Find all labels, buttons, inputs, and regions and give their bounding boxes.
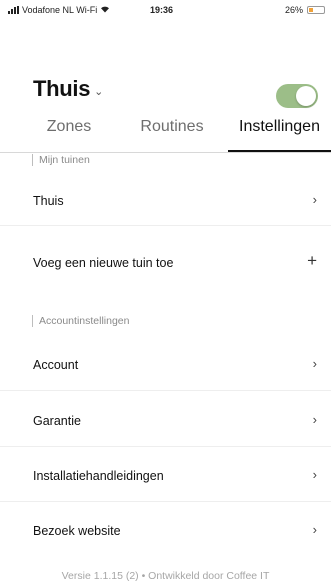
status-right: 26% [285,5,325,15]
chevron-right-icon: › [312,412,317,427]
divider [0,390,331,391]
divider [0,501,331,502]
chevron-right-icon: › [312,522,317,537]
wifi-icon [100,5,110,15]
section-title-account: Accountinstellingen [32,315,129,327]
clock: 19:36 [150,5,174,15]
battery-icon [307,6,325,14]
visit-website-label: Bezoek website [33,524,121,538]
installation-guides-label: Installatiehandleidingen [33,469,164,483]
tab-zones[interactable]: Zones [24,118,114,152]
signal-icon [8,6,19,14]
add-garden-label: Voeg een nieuwe tuin toe [33,256,174,270]
garden-selector[interactable]: Thuis ⌄ [33,76,103,102]
version-footer: Versie 1.1.15 (2) • Ontwikkeld door Coff… [61,570,270,582]
section-title-gardens: Mijn tuinen [32,154,90,166]
status-left: Vodafone NL Wi-Fi [8,5,110,15]
chevron-right-icon: › [312,467,317,482]
divider [0,446,331,447]
warranty-row[interactable]: Garantie › [0,405,331,439]
status-bar: Vodafone NL Wi-Fi 19:36 26% [0,0,331,22]
chevron-right-icon: › [312,356,317,371]
installation-guides-row[interactable]: Installatiehandleidingen › [0,460,331,494]
account-row[interactable]: Account › [0,349,331,383]
carrier-label: Vodafone NL Wi-Fi [22,5,98,15]
plus-icon: + [307,251,317,270]
tab-routines[interactable]: Routines [122,118,222,152]
warranty-row-label: Garantie [33,414,81,428]
garden-power-toggle[interactable] [276,84,318,108]
garden-row-label: Thuis [33,194,64,208]
account-row-label: Account [33,358,79,372]
chevron-right-icon: › [312,192,317,207]
divider [0,225,331,226]
page-title: Thuis [33,76,91,101]
chevron-down-icon: ⌄ [94,85,104,98]
battery-percentage: 26% [284,5,303,15]
tab-bar: Zones Routines Instellingen [0,110,331,153]
tab-instellingen[interactable]: Instellingen [228,118,331,152]
toggle-knob [296,86,316,106]
visit-website-row[interactable]: Bezoek website › [0,515,331,549]
add-garden-row[interactable]: Voeg een nieuwe tuin toe + [0,247,331,281]
garden-row-thuis[interactable]: Thuis › [0,185,331,219]
